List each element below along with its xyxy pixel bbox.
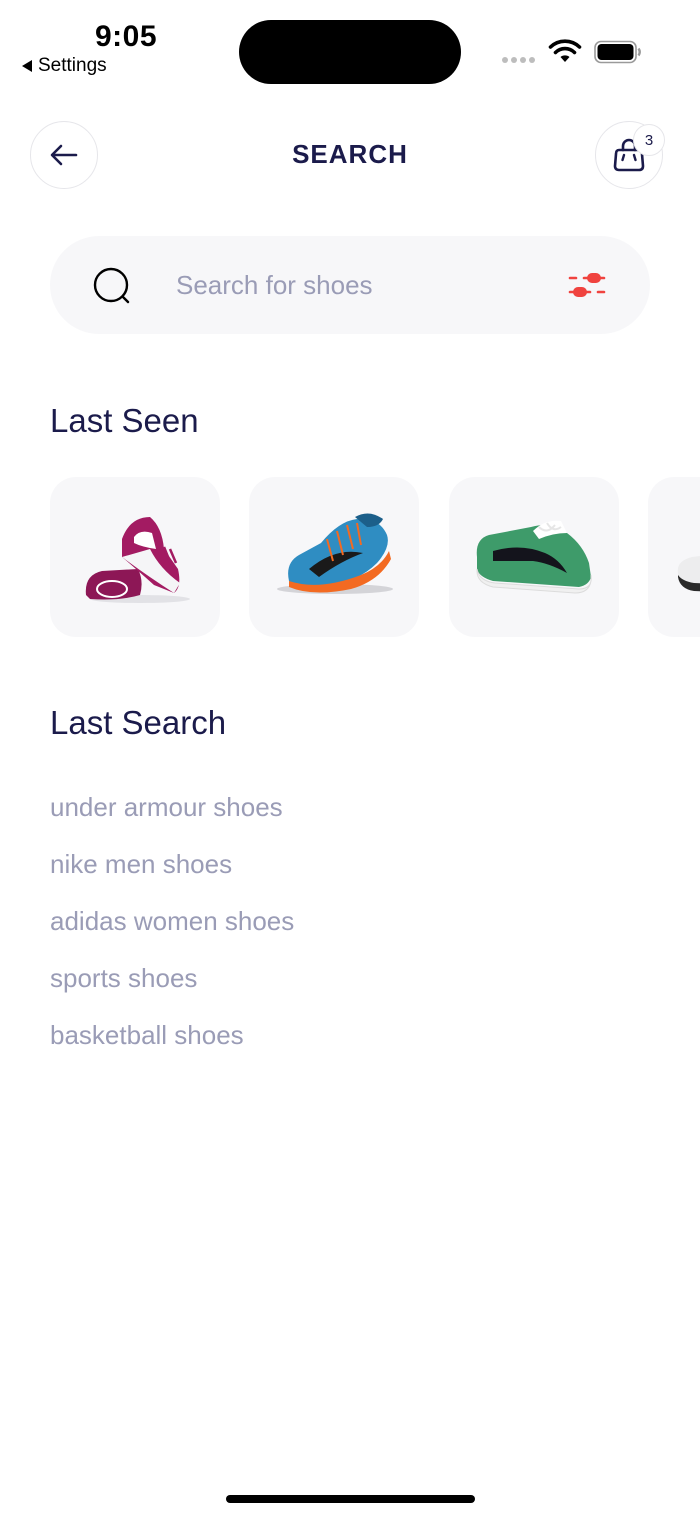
cart-count-badge: 3 <box>633 124 665 156</box>
last-seen-item[interactable] <box>50 477 220 637</box>
search-history-item[interactable]: basketball shoes <box>50 1010 294 1067</box>
search-bar[interactable] <box>50 236 650 334</box>
blue-orange-running-shoe-icon <box>277 513 393 594</box>
search-history-item[interactable]: adidas women shoes <box>50 896 294 953</box>
back-app-label: Settings <box>38 55 107 76</box>
cart-button[interactable]: 3 <box>595 121 665 189</box>
last-seen-item[interactable] <box>249 477 419 637</box>
status-time: 9:05 <box>95 20 158 53</box>
last-seen-item[interactable] <box>648 477 700 637</box>
search-history-item[interactable]: sports shoes <box>50 953 294 1010</box>
dynamic-island <box>239 20 461 84</box>
search-input[interactable] <box>176 264 536 306</box>
cellular-signal-icon <box>502 57 535 63</box>
search-history-item[interactable]: nike men shoes <box>50 839 294 896</box>
last-seen-carousel[interactable] <box>50 477 700 639</box>
search-history-list: under armour shoes nike men shoes adidas… <box>50 782 294 1067</box>
filter-sliders-icon[interactable] <box>568 270 606 300</box>
home-indicator[interactable] <box>226 1495 475 1503</box>
white-sneaker-partial-icon <box>677 555 700 592</box>
back-triangle-icon <box>22 60 32 72</box>
battery-icon <box>594 40 641 64</box>
last-seen-item[interactable] <box>449 477 619 637</box>
back-to-app-link[interactable]: Settings <box>22 55 107 77</box>
magenta-white-sneaker-icon <box>85 517 190 603</box>
last-seen-title: Last Seen <box>50 402 199 439</box>
green-suede-sneaker-icon <box>476 520 592 594</box>
search-history-item[interactable]: under armour shoes <box>50 782 294 839</box>
last-search-title: Last Search <box>50 704 227 741</box>
search-icon <box>93 267 130 304</box>
wifi-icon <box>548 39 582 62</box>
